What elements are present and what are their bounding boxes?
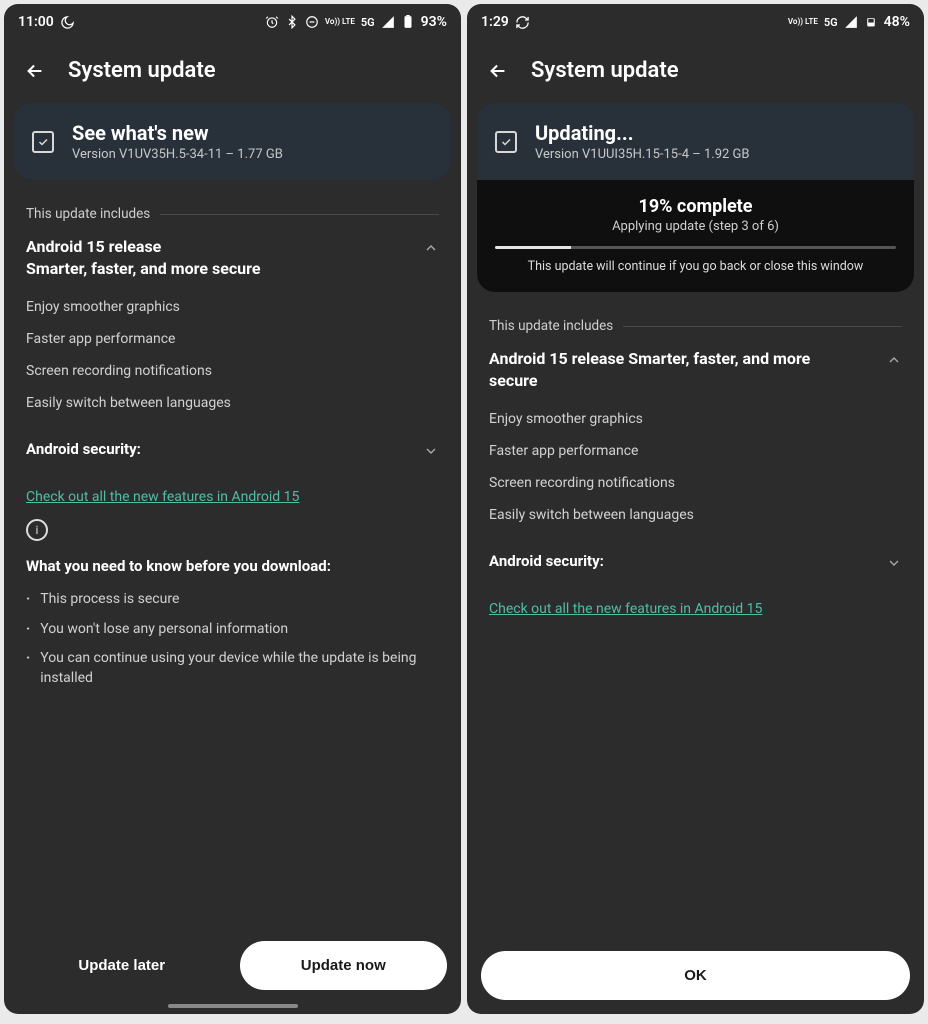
- divider: [623, 326, 902, 327]
- security-label: Android security:: [26, 440, 141, 458]
- features-link[interactable]: Check out all the new features in Androi…: [4, 471, 461, 511]
- feature-item: Faster app performance: [489, 435, 902, 467]
- feature-item: Faster app performance: [26, 323, 439, 355]
- whats-new-card[interactable]: See what's new Version V1UV35H.5-34-11 –…: [14, 103, 451, 180]
- signal-icon: [844, 15, 858, 29]
- preflight-list: This process is secure You won't lose an…: [4, 581, 461, 693]
- release-header[interactable]: Android 15 release Smarter, faster, and …: [26, 236, 439, 279]
- refresh-icon: [515, 15, 530, 30]
- updating-card: Updating... Version V1UUI35H.15-15-4 – 1…: [477, 103, 914, 292]
- preflight-title: What you need to know before you downloa…: [4, 541, 461, 581]
- includes-label: This update includes: [4, 180, 461, 230]
- ok-button[interactable]: OK: [481, 951, 910, 1000]
- page-title: System update: [68, 58, 216, 83]
- includes-label: This update includes: [467, 292, 924, 342]
- feature-item: Screen recording notifications: [26, 355, 439, 387]
- chevron-up-icon: [886, 352, 902, 368]
- battery-icon: [864, 15, 878, 29]
- status-time: 11:00: [18, 14, 54, 30]
- progress-title: 19% complete: [495, 196, 896, 217]
- chevron-down-icon: [886, 555, 902, 571]
- checklist-icon: [495, 131, 517, 153]
- security-row[interactable]: Android security:: [4, 425, 461, 471]
- lte-label: Vo)) LTE: [788, 18, 818, 26]
- status-bar: 11:00 Vo)) LTE 5G 93%: [4, 4, 461, 40]
- page-title: System update: [531, 58, 679, 83]
- card-subtitle: Version V1UUI35H.15-15-4 – 1.92 GB: [535, 147, 750, 162]
- phone-left: 11:00 Vo)) LTE 5G 93% System update See …: [4, 4, 461, 1014]
- bottom-bar: OK: [467, 937, 924, 1014]
- page-header: System update: [467, 40, 924, 103]
- signal-icon: [381, 15, 395, 29]
- preflight-item: You can continue using your device while…: [26, 644, 439, 693]
- feature-item: Easily switch between languages: [489, 499, 902, 531]
- back-icon[interactable]: [24, 60, 46, 82]
- chevron-up-icon: [423, 240, 439, 256]
- card-title: See what's new: [72, 121, 283, 145]
- progress-fill: [495, 246, 571, 249]
- security-label: Android security:: [489, 552, 604, 570]
- release-header[interactable]: Android 15 release Smarter, faster, and …: [489, 348, 902, 391]
- status-time: 1:29: [481, 14, 509, 30]
- preflight-item: You won't lose any personal information: [26, 615, 439, 645]
- features-link[interactable]: Check out all the new features in Androi…: [467, 583, 924, 623]
- battery-icon: [401, 15, 415, 29]
- alarm-icon: [265, 15, 279, 29]
- network-label: 5G: [824, 16, 838, 29]
- update-later-button[interactable]: Update later: [18, 941, 226, 990]
- feature-item: Easily switch between languages: [26, 387, 439, 419]
- preflight-item: This process is secure: [26, 585, 439, 615]
- feature-item: Screen recording notifications: [489, 467, 902, 499]
- update-now-button[interactable]: Update now: [240, 941, 448, 990]
- nav-handle[interactable]: [168, 1004, 298, 1008]
- page-header: System update: [4, 40, 461, 103]
- back-icon[interactable]: [487, 60, 509, 82]
- battery-label: 93%: [421, 14, 447, 30]
- feature-list: Enjoy smoother graphics Faster app perfo…: [489, 391, 902, 537]
- progress-bar: [495, 246, 896, 249]
- chevron-down-icon: [423, 443, 439, 459]
- security-row[interactable]: Android security:: [467, 537, 924, 583]
- network-label: 5G: [361, 16, 375, 29]
- bluetooth-icon: [285, 15, 299, 29]
- battery-label: 48%: [884, 14, 910, 30]
- checklist-icon: [32, 131, 54, 153]
- lte-label: Vo)) LTE: [325, 18, 355, 26]
- status-bar: 1:29 Vo)) LTE 5G 48%: [467, 4, 924, 40]
- feature-item: Enjoy smoother graphics: [489, 403, 902, 435]
- feature-item: Enjoy smoother graphics: [26, 291, 439, 323]
- moon-icon: [60, 15, 75, 30]
- phone-right: 1:29 Vo)) LTE 5G 48% System update Updat…: [467, 4, 924, 1014]
- card-title: Updating...: [535, 121, 750, 145]
- progress-note: This update will continue if you go back…: [495, 259, 896, 274]
- info-icon[interactable]: i: [26, 519, 48, 541]
- feature-list: Enjoy smoother graphics Faster app perfo…: [26, 279, 439, 425]
- dnd-icon: [305, 15, 319, 29]
- progress-subtitle: Applying update (step 3 of 6): [495, 219, 896, 234]
- release-title: Android 15 release Smarter, faster, and …: [489, 348, 849, 391]
- bottom-bar: Update later Update now: [4, 927, 461, 1004]
- release-title: Android 15 release Smarter, faster, and …: [26, 236, 260, 279]
- card-subtitle: Version V1UV35H.5-34-11 – 1.77 GB: [72, 147, 283, 162]
- divider: [160, 214, 439, 215]
